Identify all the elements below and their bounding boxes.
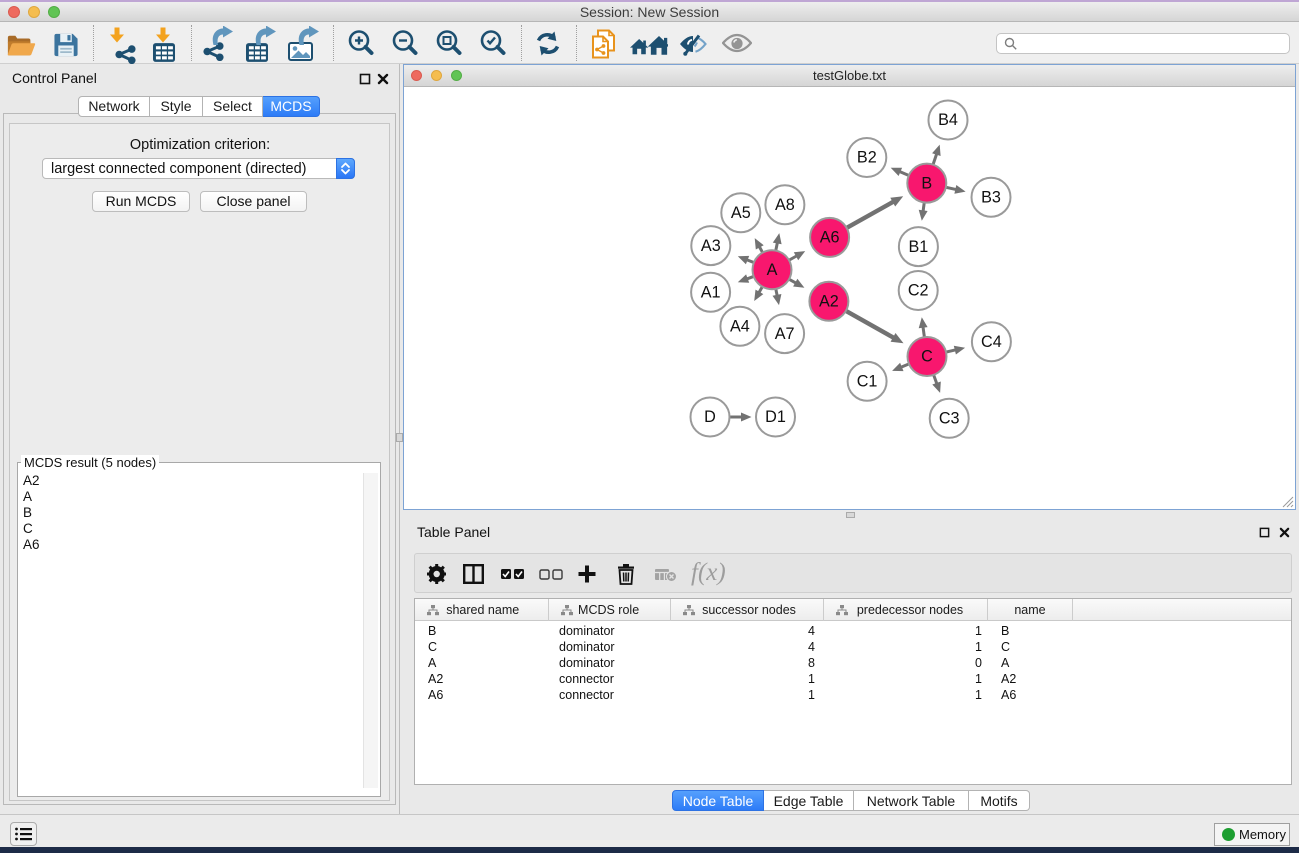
svg-text:A6: A6: [820, 229, 840, 247]
svg-text:B2: B2: [857, 149, 877, 167]
svg-text:A4: A4: [730, 317, 750, 335]
svg-text:A2: A2: [819, 293, 839, 311]
svg-text:D1: D1: [765, 408, 786, 426]
svg-text:A1: A1: [701, 283, 721, 301]
svg-text:A3: A3: [701, 237, 721, 255]
svg-text:C4: C4: [981, 333, 1002, 351]
svg-text:D: D: [704, 408, 716, 426]
svg-text:B4: B4: [938, 111, 958, 129]
svg-text:A5: A5: [731, 204, 751, 222]
svg-text:C: C: [921, 348, 933, 366]
svg-text:B: B: [921, 174, 932, 192]
svg-text:A8: A8: [775, 196, 795, 214]
svg-text:A7: A7: [775, 325, 795, 343]
svg-text:B3: B3: [981, 188, 1001, 206]
svg-text:C3: C3: [939, 410, 960, 428]
svg-text:B1: B1: [908, 238, 928, 256]
svg-text:A: A: [767, 261, 778, 279]
svg-text:C2: C2: [908, 282, 929, 300]
svg-text:C1: C1: [857, 372, 878, 390]
